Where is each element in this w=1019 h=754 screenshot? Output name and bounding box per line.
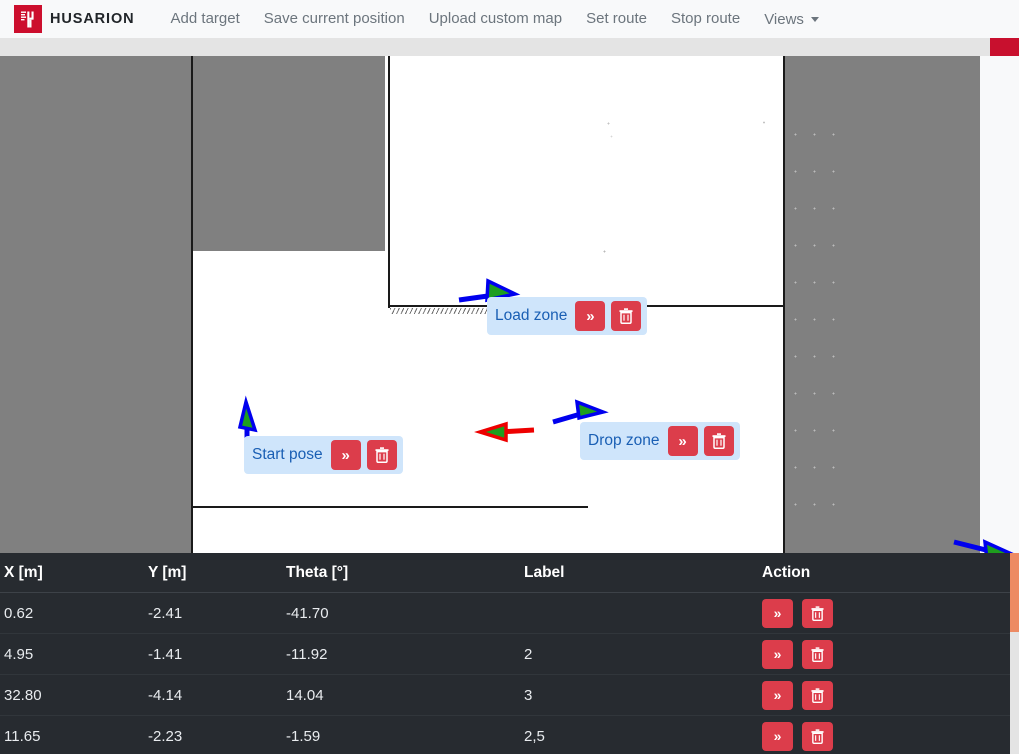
table-row[interactable]: 32.80 -4.14 14.04 3 » [0,674,1010,716]
map-unknown-region [193,56,385,251]
table-row[interactable]: 4.95 -1.41 -11.92 2 » [0,633,1010,675]
map-wall-room-left [388,56,391,308]
trash-icon [811,646,824,662]
cell-x: 4.95 [0,633,148,675]
nav-item-upload-custom-map[interactable]: Upload custom map [417,0,574,38]
map-chip-start-pose-goto-button[interactable]: » [330,440,361,470]
vertical-scrollbar-thumb[interactable] [1010,553,1019,632]
cell-action: » [762,592,1010,634]
nav-item-views-label: Views [764,10,804,28]
map-chip-drop-zone[interactable]: Drop zone » [580,422,740,460]
trash-icon [811,687,824,703]
map-chip-load-zone[interactable]: Load zone » [487,297,648,335]
trash-icon [619,308,633,324]
map-room-free-space [390,56,785,246]
cell-x: 32.80 [0,674,148,716]
double-chevron-right-icon: » [341,446,350,464]
double-chevron-right-icon: » [773,646,782,662]
map-chip-start-pose-label: Start pose [252,446,323,463]
cell-label [524,592,762,634]
row-delete-button[interactable] [802,680,833,710]
vertical-scrollbar[interactable] [1010,553,1019,754]
trash-icon [375,447,389,463]
row-delete-button[interactable] [802,598,833,628]
map-wall-left [191,56,194,553]
cell-label: 2 [524,633,762,675]
nav-item-save-current-position[interactable]: Save current position [252,0,417,38]
top-navbar: HUSARION Add target Save current positio… [0,0,1019,38]
column-header-action: Action [762,553,1010,593]
map-chip-load-zone-delete-button[interactable] [611,301,642,331]
accent-block [990,38,1019,56]
cell-theta: -1.59 [286,715,524,754]
row-goto-button[interactable]: » [762,598,793,628]
toolbar-band [0,38,1019,56]
row-goto-button[interactable]: » [762,639,793,669]
row-goto-button[interactable]: » [762,721,793,751]
nav-links: Add target Save current position Upload … [159,0,831,38]
cell-y: -1.41 [148,633,286,675]
column-header-label: Label [524,553,762,593]
targets-table-panel: X [m] Y [m] Theta [°] Label Action 0.62 … [0,553,1010,754]
map-chip-drop-zone-label: Drop zone [588,432,660,449]
cell-x: 0.62 [0,592,148,634]
cell-x: 11.65 [0,715,148,754]
nav-item-views[interactable]: Views [752,11,831,28]
cell-action: » [762,633,1010,675]
cell-theta: 14.04 [286,674,524,716]
chevron-down-icon [810,16,819,22]
row-delete-button[interactable] [802,721,833,751]
map-chip-load-zone-label: Load zone [495,307,568,324]
map-chip-drop-zone-delete-button[interactable] [703,426,734,456]
cell-label: 3 [524,674,762,716]
trash-icon [712,433,726,449]
nav-item-set-route[interactable]: Set route [574,0,659,38]
cell-theta: -11.92 [286,633,524,675]
double-chevron-right-icon: » [773,687,782,703]
table-row[interactable]: 11.65 -2.23 -1.59 2,5 » [0,715,1010,754]
marker-arrow-robot-pose [950,534,1019,553]
map-scan-speckle [786,116,846,536]
targets-table-header-row: X [m] Y [m] Theta [°] Label Action [0,553,1010,593]
trash-icon [811,605,824,621]
brand[interactable]: HUSARION [14,5,135,33]
husarion-logo-icon [14,5,42,33]
targets-table-body: 0.62 -2.41 -41.70 » 4.95 -1.41 -11.92 2 … [0,592,1010,754]
cell-y: -2.41 [148,592,286,634]
targets-table-head: X [m] Y [m] Theta [°] Label Action [0,553,1010,593]
cell-action: » [762,674,1010,716]
cell-y: -4.14 [148,674,286,716]
trash-icon [811,728,824,744]
cell-y: -2.23 [148,715,286,754]
map-chip-drop-zone-goto-button[interactable]: » [667,426,698,456]
map-chip-load-zone-goto-button[interactable]: » [575,301,606,331]
map-chip-start-pose-delete-button[interactable] [366,440,397,470]
double-chevron-right-icon: » [773,728,782,744]
table-row[interactable]: 0.62 -2.41 -41.70 » [0,592,1010,634]
column-header-x: X [m] [0,553,148,593]
cell-action: » [762,715,1010,754]
double-chevron-right-icon: » [678,432,687,450]
map-viewport[interactable]: Load zone » Start pose » Drop zone » [0,56,1019,553]
cell-theta: -41.70 [286,592,524,634]
map-chip-start-pose[interactable]: Start pose » [244,436,403,474]
nav-item-stop-route[interactable]: Stop route [659,0,752,38]
marker-arrow-current-goal [474,418,540,450]
double-chevron-right-icon: » [773,605,782,621]
map-wall-bottom [193,506,588,509]
targets-table: X [m] Y [m] Theta [°] Label Action 0.62 … [0,553,1010,754]
row-goto-button[interactable]: » [762,680,793,710]
column-header-y: Y [m] [148,553,286,593]
double-chevron-right-icon: » [586,307,595,325]
nav-item-add-target[interactable]: Add target [159,0,252,38]
column-header-theta: Theta [°] [286,553,524,593]
cell-label: 2,5 [524,715,762,754]
brand-name: HUSARION [50,11,135,27]
row-delete-button[interactable] [802,639,833,669]
